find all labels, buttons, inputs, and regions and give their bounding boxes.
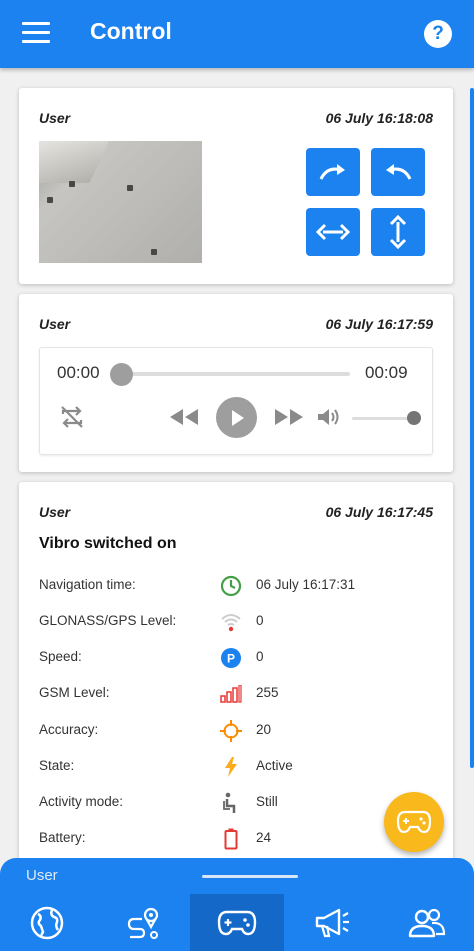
message-sender: User: [39, 504, 71, 520]
svg-text:P: P: [227, 652, 235, 666]
seek-thumb[interactable]: [110, 363, 133, 386]
flip-vertical-button[interactable]: [371, 208, 425, 256]
scroll-indicator[interactable]: [470, 88, 474, 768]
fast-forward-button[interactable]: [273, 403, 305, 431]
help-icon[interactable]: ?: [424, 20, 452, 48]
person-sitting-icon: [219, 791, 243, 815]
info-label: Battery:: [39, 830, 86, 845]
wifi-signal-icon: [219, 610, 243, 634]
nav-broadcast[interactable]: [284, 894, 379, 951]
message-timestamp: 06 July 16:17:45: [325, 504, 433, 520]
info-value: 20: [256, 722, 272, 737]
current-time: 00:00: [57, 363, 100, 382]
fast-forward-icon: [275, 409, 303, 425]
nav-users[interactable]: [379, 894, 474, 951]
gamepad-icon: [396, 810, 432, 834]
hamburger-menu-icon[interactable]: [22, 22, 50, 46]
gamepad-fab-button[interactable]: [384, 792, 444, 852]
nav-control[interactable]: [189, 894, 285, 951]
battery-icon: [219, 827, 243, 851]
sheet-label: User: [26, 867, 58, 884]
info-label: State:: [39, 758, 75, 773]
info-row-accuracy: Accuracy: 20: [39, 719, 439, 743]
audio-player: 00:00 00:09: [39, 347, 433, 455]
volume-button[interactable]: [315, 405, 343, 429]
info-label: GSM Level:: [39, 685, 110, 700]
info-value: 0: [256, 649, 264, 664]
repeat-off-icon: [61, 406, 83, 428]
gamepad-icon: [217, 910, 257, 935]
drag-handle[interactable]: [202, 875, 298, 878]
duration: 00:09: [365, 363, 408, 382]
rotate-clockwise-icon: [319, 164, 345, 180]
info-row-battery: Battery: 24: [39, 827, 439, 851]
info-value: 06 July 16:17:31: [256, 577, 356, 592]
photo-message-card: User 06 July 16:18:08: [19, 88, 453, 284]
info-value: 24: [256, 830, 272, 845]
message-sender: User: [39, 316, 71, 332]
play-icon: [231, 409, 244, 426]
repeat-off-button[interactable]: [58, 403, 86, 431]
info-row-gps-level: GLONASS/GPS Level: 0: [39, 610, 439, 634]
speed-badge-icon: P: [219, 646, 243, 670]
app-bar: Control ?: [0, 0, 474, 68]
info-row-navigation-time: Navigation time: 06 July 16:17:31: [39, 574, 439, 598]
rotate-counterclockwise-icon: [386, 164, 412, 180]
bottom-navigation: [0, 894, 474, 951]
clock-icon: [219, 574, 243, 598]
rotate-counterclockwise-button[interactable]: [371, 148, 425, 196]
info-row-gsm-level: GSM Level: 255: [39, 682, 439, 706]
volume-icon: [318, 409, 339, 425]
info-label: Accuracy:: [39, 722, 99, 737]
users-icon: [408, 908, 445, 937]
crosshair-icon: [219, 719, 243, 743]
info-value: Active: [256, 758, 293, 773]
rewind-icon: [170, 409, 198, 425]
info-row-activity-mode: Activity mode: Still: [39, 791, 439, 815]
info-label: Speed:: [39, 649, 82, 664]
play-button[interactable]: [216, 397, 257, 438]
nav-route[interactable]: [95, 894, 190, 951]
audio-message-card: User 06 July 16:17:59 00:00 00:09: [19, 294, 453, 472]
message-sender: User: [39, 110, 71, 126]
user-bottom-sheet[interactable]: User: [0, 858, 474, 898]
info-value: 0: [256, 613, 264, 628]
info-value: Still: [256, 794, 278, 809]
lightning-icon: [219, 755, 243, 779]
info-label: Navigation time:: [39, 577, 136, 592]
photo-thumbnail[interactable]: [39, 141, 202, 263]
volume-slider[interactable]: [352, 417, 412, 420]
volume-thumb[interactable]: [407, 411, 421, 425]
rewind-button[interactable]: [168, 403, 200, 431]
info-row-state: State: Active: [39, 755, 439, 779]
megaphone-icon: [315, 908, 349, 937]
rotate-clockwise-button[interactable]: [306, 148, 360, 196]
info-value: 255: [256, 685, 279, 700]
message-timestamp: 06 July 16:18:08: [325, 110, 433, 126]
horizontal-arrows-icon: [316, 223, 350, 241]
page-title: Control: [90, 18, 172, 44]
nav-map[interactable]: [0, 894, 95, 951]
info-label: Activity mode:: [39, 794, 124, 809]
message-timestamp: 06 July 16:17:59: [325, 316, 433, 332]
vertical-arrows-icon: [389, 215, 407, 249]
info-label: GLONASS/GPS Level:: [39, 613, 177, 628]
flip-horizontal-button[interactable]: [306, 208, 360, 256]
info-row-speed: Speed: P 0: [39, 646, 439, 670]
globe-icon: [31, 906, 64, 939]
route-icon: [128, 907, 159, 939]
event-title: Vibro switched on: [39, 535, 177, 552]
seek-bar[interactable]: [122, 372, 350, 376]
signal-bars-icon: [219, 682, 243, 706]
